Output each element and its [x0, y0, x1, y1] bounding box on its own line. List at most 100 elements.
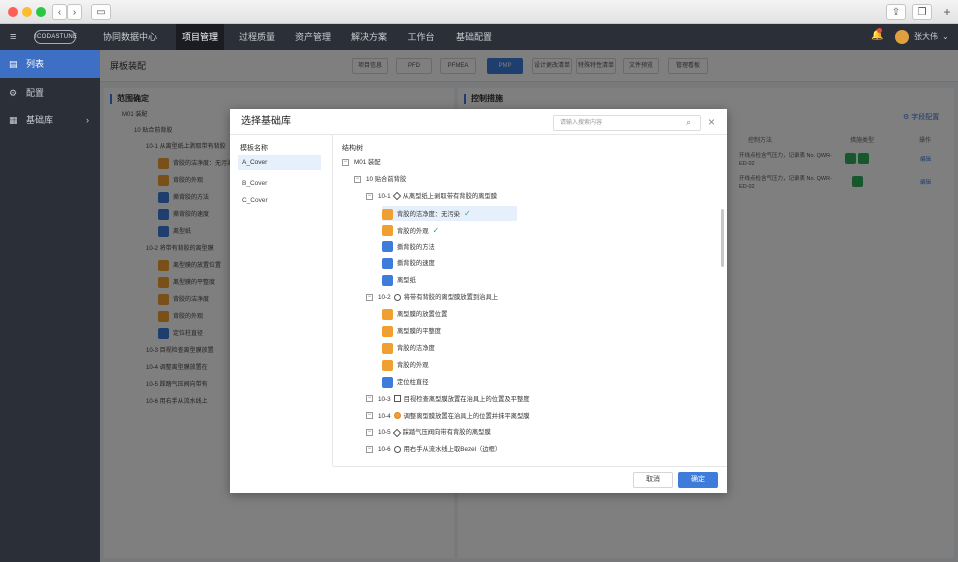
sidebar-item-label: 基础库 [26, 115, 54, 125]
tree-node[interactable]: −10-1 从离型纸上剥取带有背胶的离型膜 [366, 189, 497, 204]
template-item[interactable]: A_Cover [238, 155, 321, 170]
node-code: 10-3 [378, 395, 391, 403]
sidebar-item-list[interactable]: ▤ 列表 [0, 50, 100, 78]
tree-node[interactable]: −10-3 目视检查离型膜放置在治具上的位置及平整度 [366, 392, 530, 407]
sidebar-toggle-icon[interactable]: ▭ [91, 4, 111, 20]
product-feature-icon [382, 342, 393, 354]
nav-item-solutions[interactable]: 解决方案 [345, 24, 393, 50]
tree-node[interactable]: 定位柱直径 [382, 375, 428, 390]
menu-icon[interactable]: ≡ [10, 24, 16, 50]
collapse-toggle-icon[interactable]: − [366, 429, 373, 437]
collapse-toggle-icon[interactable]: − [366, 294, 373, 302]
node-code: 10 贴合前背胶 [366, 175, 407, 183]
dialog-title: 选择基础库 [241, 116, 291, 127]
node-label: 用右手从流水线上取Bezel（边框） [403, 446, 502, 454]
tabs-icon[interactable]: ❐ [912, 4, 932, 20]
tree-node[interactable]: −10-2 将带有背胶的离型膜放置到治具上 [366, 290, 498, 305]
node-label: 离型膜的放置位置 [397, 311, 448, 319]
nav-item-quality[interactable]: 过程质量 [233, 24, 281, 50]
tree-node[interactable]: −10-6 用右手从流水线上取Bezel（边框） [366, 442, 501, 457]
collapse-toggle-icon[interactable]: − [342, 158, 349, 166]
cancel-button[interactable]: 取消 [633, 472, 673, 488]
divider [333, 466, 727, 467]
nav-item-assets[interactable]: 资产管理 [289, 24, 337, 50]
forward-icon[interactable]: › [67, 4, 82, 20]
sidebar-item-config[interactable]: ⚙ 配置 [0, 79, 100, 107]
node-label: 背胶的洁净度 [397, 344, 435, 352]
node-label: 定位柱直径 [397, 378, 429, 386]
nav-item-data-center[interactable]: 协同数据中心 [98, 24, 162, 50]
sidebar: ▤ 列表 ⚙ 配置 ▦ 基础库 › [0, 50, 100, 562]
nav-item-config[interactable]: 基础配置 [448, 24, 500, 50]
window-chrome: ‹ › ▭ ⇪ ❐ + [0, 0, 958, 24]
new-tab-icon[interactable]: + [939, 4, 955, 20]
logo: ICODASTUNE [34, 30, 77, 44]
product-feature-icon [382, 208, 393, 220]
product-feature-icon [382, 308, 393, 320]
maximize-window-button[interactable] [36, 7, 46, 17]
tree-node[interactable]: 离型膜的放置位置 [382, 307, 447, 322]
user-name[interactable]: 张大伟 [914, 24, 938, 50]
node-label: 撕背胶的速度 [397, 260, 435, 268]
back-icon[interactable]: ‹ [52, 4, 67, 20]
collapse-toggle-icon[interactable]: − [366, 412, 373, 420]
nav-item-workbench[interactable]: 工作台 [399, 24, 443, 50]
node-code: 10-5 [378, 429, 391, 437]
structure-tree: − M01 装配 −10 贴合前背胶 −10-1 从离型纸上剥取带有背胶的离型膜 背胶的洁… [342, 155, 720, 465]
tree-node[interactable]: −10-5 踩踏气压阀向带有背胶的离型膜 [366, 425, 491, 440]
tree-node[interactable]: 离型膜的平整度 [382, 324, 441, 339]
tree-node[interactable]: 背胶的外观 ✓ [382, 223, 439, 238]
circle-icon [393, 446, 401, 454]
node-label: 背胶的外观 [397, 361, 429, 369]
collapse-toggle-icon[interactable]: − [366, 192, 373, 200]
chevron-down-icon[interactable]: ⌄ [942, 24, 949, 50]
node-code: 10-4 [378, 412, 391, 420]
tree-node[interactable]: 背胶的洁净度 [382, 341, 435, 356]
sidebar-item-label: 配置 [26, 88, 45, 98]
close-icon[interactable]: × [708, 115, 715, 129]
nav-item-project[interactable]: 项目管理 [176, 24, 224, 50]
process-feature-icon [382, 275, 393, 287]
scrollbar[interactable] [721, 209, 724, 267]
tree-node[interactable]: 背胶的外观 [382, 358, 428, 373]
node-code: M01 装配 [354, 159, 381, 166]
tree-node[interactable]: − M01 装配 [342, 155, 381, 170]
tree-node[interactable]: 撕背胶的方法 [382, 240, 435, 255]
tree-node[interactable]: 离型纸 [382, 273, 416, 288]
tree-node[interactable]: 背胶的洁净度：无污染 ✓ [382, 205, 517, 221]
search-icon[interactable]: ⌕ [686, 117, 691, 128]
collapse-toggle-icon[interactable]: − [366, 446, 373, 454]
square-icon [393, 395, 401, 403]
minimize-window-button[interactable] [22, 7, 32, 17]
close-window-button[interactable] [8, 7, 18, 17]
template-item[interactable]: C_Cover [238, 193, 321, 208]
node-code: 10-1 [378, 192, 391, 200]
node-label: 目视检查离型膜放置在治具上的位置及平整度 [403, 395, 530, 403]
product-feature-icon [382, 359, 393, 371]
notification-badge [877, 28, 882, 33]
search-input[interactable]: 请输入搜索内容 [553, 115, 701, 131]
check-icon: ✓ [463, 208, 471, 218]
tree-node[interactable]: −10 贴合前背胶 [354, 172, 406, 187]
node-label: 背胶的洁净度：无污染 [397, 210, 460, 218]
sidebar-item-library[interactable]: ▦ 基础库 › [0, 106, 100, 134]
share-icon[interactable]: ⇪ [886, 4, 906, 20]
product-feature-icon [382, 325, 393, 337]
node-label: 离型纸 [397, 277, 416, 285]
diamond-icon [392, 191, 401, 201]
avatar[interactable] [895, 30, 909, 44]
tree-node[interactable]: −10-4 调整离型膜放置在治具上的位置并抹平离型膜 [366, 409, 530, 424]
template-item[interactable]: B_Cover [238, 176, 321, 191]
tree-node[interactable]: 撕背胶的速度 [382, 256, 435, 271]
node-label: 背胶的外观 [397, 227, 429, 235]
chevron-right-icon: › [86, 115, 89, 125]
process-feature-icon [382, 258, 393, 270]
node-label: 将带有背胶的离型膜放置到治具上 [403, 294, 499, 302]
collapse-toggle-icon[interactable]: − [366, 395, 373, 403]
confirm-button[interactable]: 确定 [678, 472, 718, 488]
node-label: 撕背胶的方法 [397, 243, 435, 251]
top-nav: ≡ ICODASTUNE 协同数据中心 项目管理 过程质量 资产管理 解决方案 … [0, 24, 958, 50]
product-feature-icon [382, 225, 393, 237]
check-icon: ✓ [432, 225, 440, 235]
collapse-toggle-icon[interactable]: − [354, 175, 361, 183]
